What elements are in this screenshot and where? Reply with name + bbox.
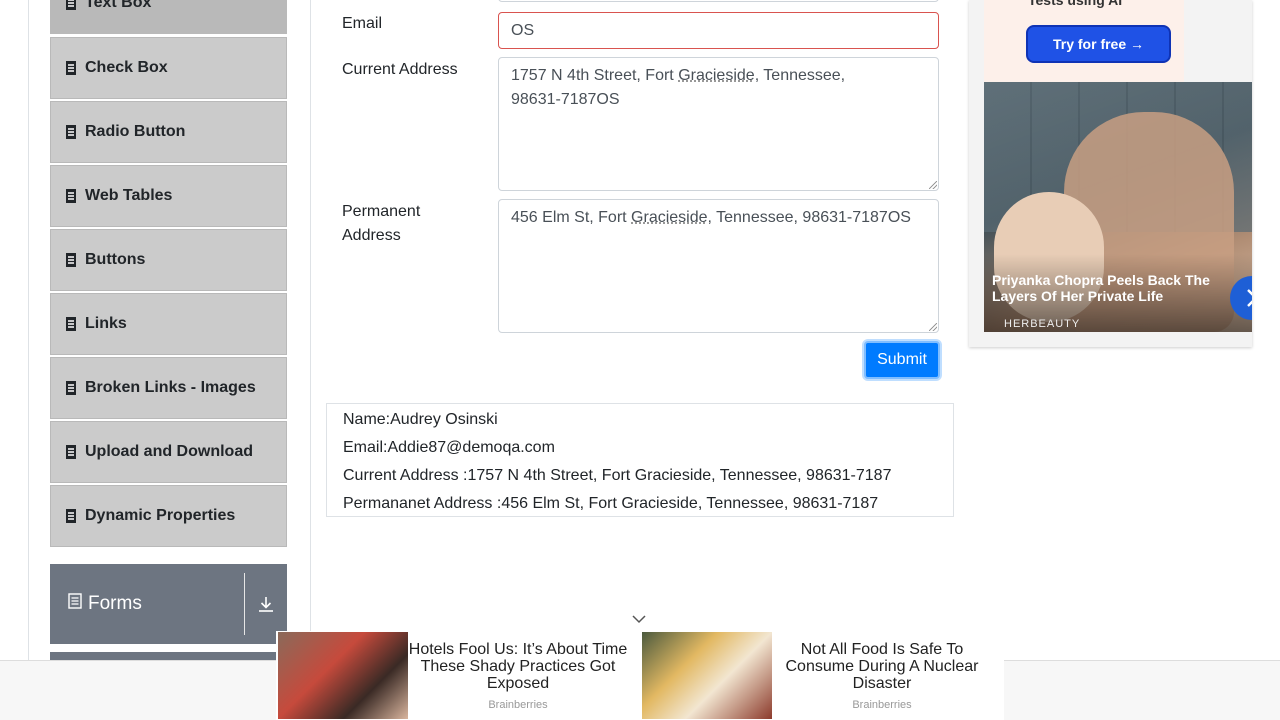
permanent-address-label: Permanent Address xyxy=(342,203,421,244)
permanent-address-field[interactable]: 456 Elm St, Fort Gracieside, Tennessee, … xyxy=(498,199,939,333)
sidebar-item-label: Buttons xyxy=(85,251,146,268)
sidebar-item-text-box[interactable]: Text Box xyxy=(50,0,287,34)
file-icon xyxy=(65,253,77,267)
ad-bottom-image-2[interactable] xyxy=(642,632,772,719)
file-icon xyxy=(65,189,77,203)
sidebar-item-dynamic-properties[interactable]: Dynamic Properties xyxy=(50,485,287,547)
ad-top-text: Tests using AI xyxy=(1028,0,1123,8)
sidebar-item-upload-download[interactable]: Upload and Download xyxy=(50,421,287,483)
sidebar-item-label: Radio Button xyxy=(85,123,186,140)
sidebar-item-check-box[interactable]: Check Box xyxy=(50,37,287,99)
email-field[interactable]: OS xyxy=(498,12,939,49)
output-panel: Name:Audrey Osinski Email:Addie87@demoqa… xyxy=(326,403,954,517)
sidebar-item-web-tables[interactable]: Web Tables xyxy=(50,165,287,227)
sidebar-item-label: Dynamic Properties xyxy=(85,507,236,524)
sidebar-item-links[interactable]: Links xyxy=(50,293,287,355)
file-icon xyxy=(65,125,77,139)
file-icon xyxy=(65,0,77,10)
permanent-address-value: 456 Elm St, Fort Gracieside, Tennessee, … xyxy=(511,209,911,226)
output-email: Email:Addie87@demoqa.com xyxy=(343,439,555,456)
file-icon xyxy=(65,61,77,75)
sidebar-item-label: Broken Links - Images xyxy=(85,379,256,396)
ad-bottom-source-1: Brainberries xyxy=(488,699,548,711)
chevron-down-icon[interactable] xyxy=(631,612,647,626)
output-name: Name:Audrey Osinski xyxy=(343,411,498,428)
ad-title[interactable]: Priyanka Chopra Peels Back The Layers Of… xyxy=(992,272,1222,304)
form-icon xyxy=(68,593,82,615)
ad-bottom-title-1[interactable]: Hotels Fool Us: It’s About Time These Sh… xyxy=(408,641,628,692)
sidebar-item-radio-button[interactable]: Radio Button xyxy=(50,101,287,163)
current-address-field[interactable]: 1757 N 4th Street, Fort Gracieside, Tenn… xyxy=(498,57,939,191)
file-icon xyxy=(65,509,77,523)
file-icon xyxy=(65,381,77,395)
sidebar-border-left xyxy=(28,0,29,720)
sidebar-item-label: Upload and Download xyxy=(85,443,253,460)
submit-button[interactable]: Submit xyxy=(864,341,940,379)
email-label: Email xyxy=(342,15,383,32)
ad-photo[interactable]: Priyanka Chopra Peels Back The Layers Of… xyxy=(984,82,1252,332)
fullname-field-edge[interactable] xyxy=(498,0,939,2)
resize-handle[interactable] xyxy=(929,181,937,189)
resize-handle[interactable] xyxy=(929,323,937,331)
group-title: Forms xyxy=(50,593,244,615)
email-value: OS xyxy=(511,22,535,39)
spellcheck-word: Gracieside xyxy=(631,209,708,226)
ad-bottom-image-1[interactable] xyxy=(278,632,408,719)
sidebar-item-label: Text Box xyxy=(85,0,152,11)
ad-bottom-title-2[interactable]: Not All Food Is Safe To Consume During A… xyxy=(772,641,992,692)
sidebar-group-forms[interactable]: Forms xyxy=(50,564,287,644)
ad-top-banner: Tests using AI Try for free → xyxy=(984,0,1184,82)
ad-right[interactable]: Tests using AI Try for free → Priyanka C… xyxy=(969,0,1252,347)
group-label: Forms xyxy=(88,593,142,614)
sidebar-item-label: Check Box xyxy=(85,59,168,76)
try-for-free-button[interactable]: Try for free → xyxy=(1026,25,1171,63)
file-icon xyxy=(65,317,77,331)
sidebar-item-label: Web Tables xyxy=(85,187,173,204)
current-address-label: Current Address xyxy=(342,61,458,78)
ad-bottom[interactable]: Hotels Fool Us: It’s About Time These Sh… xyxy=(276,631,1004,720)
ad-bottom-source-2: Brainberries xyxy=(852,699,912,711)
sidebar-item-buttons[interactable]: Buttons xyxy=(50,229,287,291)
sidebar-item-label: Links xyxy=(85,315,127,332)
file-icon xyxy=(65,445,77,459)
ad-brand: HERBEAUTY xyxy=(1004,318,1081,330)
current-address-value: 1757 N 4th Street, Fort Gracieside, Tenn… xyxy=(511,67,846,108)
sidebar-item-broken-links[interactable]: Broken Links - Images xyxy=(50,357,287,419)
sidebar-border-right xyxy=(310,0,311,660)
spellcheck-word: Gracieside xyxy=(678,67,755,84)
output-current-address: Current Address :1757 N 4th Street, Fort… xyxy=(343,467,892,484)
output-permanent-address: Permananet Address :456 Elm St, Fort Gra… xyxy=(343,495,879,512)
